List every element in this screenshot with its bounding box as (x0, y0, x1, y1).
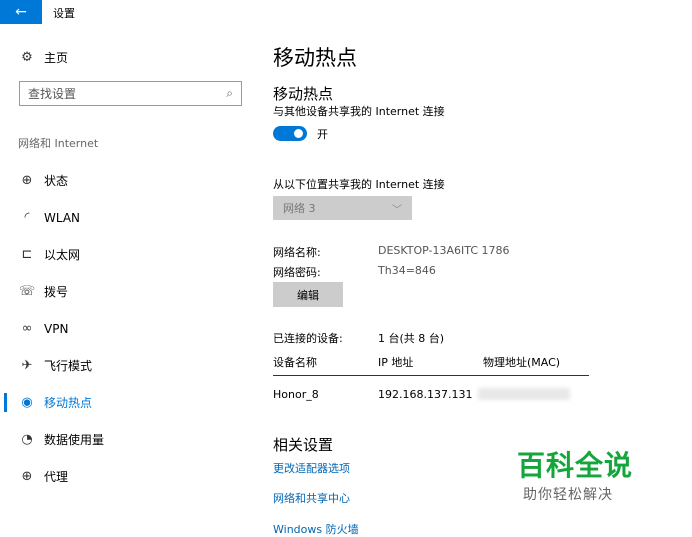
sidebar: ⚙ 主页 ⌕ 网络和 Internet ⊕ 状态 ◜ WLAN ⊏ 以太网 ☏ … (0, 24, 252, 537)
sidebar-item-label: 代理 (44, 470, 69, 484)
sidebar-item-label: 移动热点 (44, 396, 93, 410)
sidebar-item-label: 状态 (44, 174, 69, 188)
sidebar-section-heading: 网络和 Internet (18, 137, 99, 150)
sidebar-item-label: VPN (44, 321, 69, 336)
airplane-icon: ✈ (21, 358, 33, 373)
sidebar-item-home[interactable]: ⚙ 主页 (18, 48, 68, 66)
select-value: 网络 3 (283, 202, 316, 215)
ethernet-icon: ⊏ (21, 247, 33, 262)
dialup-icon: ☏ (18, 284, 36, 299)
search-box[interactable]: ⌕ (19, 81, 242, 106)
sidebar-item-label: 以太网 (44, 248, 81, 262)
chevron-down-icon: ﹀ (392, 204, 402, 216)
link-change-adapter-options[interactable]: 更改适配器选项 (273, 460, 350, 476)
sidebar-item-status[interactable]: ⊕ 状态 (0, 162, 252, 199)
connection-select[interactable]: 网络 3 ﹀ (273, 196, 412, 220)
network-password-label: 网络密码: (273, 266, 321, 279)
sidebar-item-label: WLAN (44, 210, 81, 225)
network-name-value: DESKTOP-13A6ITC 1786 (378, 244, 510, 257)
sidebar-item-wlan[interactable]: ◜ WLAN (0, 199, 252, 236)
title-bar: ← 设置 (0, 0, 692, 24)
column-header-mac: 物理地址(MAC) (483, 356, 561, 369)
hotspot-toggle[interactable] (273, 126, 307, 141)
sidebar-item-ethernet[interactable]: ⊏ 以太网 (0, 236, 252, 273)
sidebar-item-airplane-mode[interactable]: ✈ 飞行模式 (0, 347, 252, 384)
watermark-logo: 百科全说 (517, 449, 634, 482)
sidebar-item-proxy[interactable]: ⊕ 代理 (0, 458, 252, 495)
column-header-device-name: 设备名称 (273, 356, 317, 369)
search-input[interactable] (28, 86, 227, 101)
data-usage-icon: ◔ (21, 432, 33, 447)
sidebar-item-dialup[interactable]: ☏ 拨号 (0, 273, 252, 310)
column-header-ip: IP 地址 (378, 356, 414, 369)
watermark-slogan: 助你轻松解决 (523, 487, 613, 503)
table-row: Honor_8 192.168.137.131 (273, 388, 589, 408)
edit-button[interactable]: 编辑 (273, 282, 343, 307)
wifi-icon: ◜ (24, 210, 30, 225)
connected-devices-label: 已连接的设备: (273, 332, 343, 345)
connected-devices-value: 1 台(共 8 台) (378, 332, 445, 345)
device-ip-cell: 192.168.137.131 (378, 388, 473, 401)
link-network-sharing-center[interactable]: 网络和共享中心 (273, 490, 350, 506)
active-indicator (4, 393, 7, 412)
vpn-icon: ∞ (21, 321, 33, 336)
globe-status-icon: ⊕ (21, 173, 33, 188)
share-description: 与其他设备共享我的 Internet 连接 (273, 105, 445, 118)
devices-table-header: 设备名称 IP 地址 物理地址(MAC) (273, 354, 589, 376)
search-icon: ⌕ (226, 86, 233, 100)
network-password-value: Th34=846 (378, 264, 436, 277)
mac-address-redacted (478, 388, 570, 400)
share-from-label: 从以下位置共享我的 Internet 连接 (273, 178, 445, 191)
link-windows-firewall[interactable]: Windows 防火墙 (273, 521, 359, 537)
sidebar-item-mobile-hotspot[interactable]: ◉ 移动热点 (0, 384, 252, 421)
back-arrow-icon: ← (15, 4, 27, 20)
toggle-knob (294, 129, 303, 138)
device-name-cell: Honor_8 (273, 388, 319, 401)
network-name-label: 网络名称: (273, 246, 321, 259)
sidebar-nav-list: ⊕ 状态 ◜ WLAN ⊏ 以太网 ☏ 拨号 ∞ VPN ✈ 飞行模式 ◉ 移动… (0, 162, 252, 495)
sidebar-item-data-usage[interactable]: ◔ 数据使用量 (0, 421, 252, 458)
gear-icon: ⚙ (21, 49, 33, 65)
sidebar-item-label: 主页 (44, 50, 69, 65)
back-button[interactable]: ← (0, 0, 42, 24)
sidebar-item-label: 飞行模式 (44, 359, 93, 373)
related-settings-title: 相关设置 (273, 436, 334, 454)
sidebar-item-label: 数据使用量 (44, 433, 105, 447)
window-title: 设置 (53, 7, 75, 20)
sidebar-item-label: 拨号 (44, 285, 69, 299)
page-title: 移动热点 (273, 46, 357, 70)
hotspot-icon: ◉ (21, 395, 33, 410)
proxy-globe-icon: ⊕ (21, 469, 33, 484)
sidebar-item-vpn[interactable]: ∞ VPN (0, 310, 252, 347)
toggle-state-label: 开 (317, 128, 328, 141)
section-title: 移动热点 (273, 85, 334, 103)
